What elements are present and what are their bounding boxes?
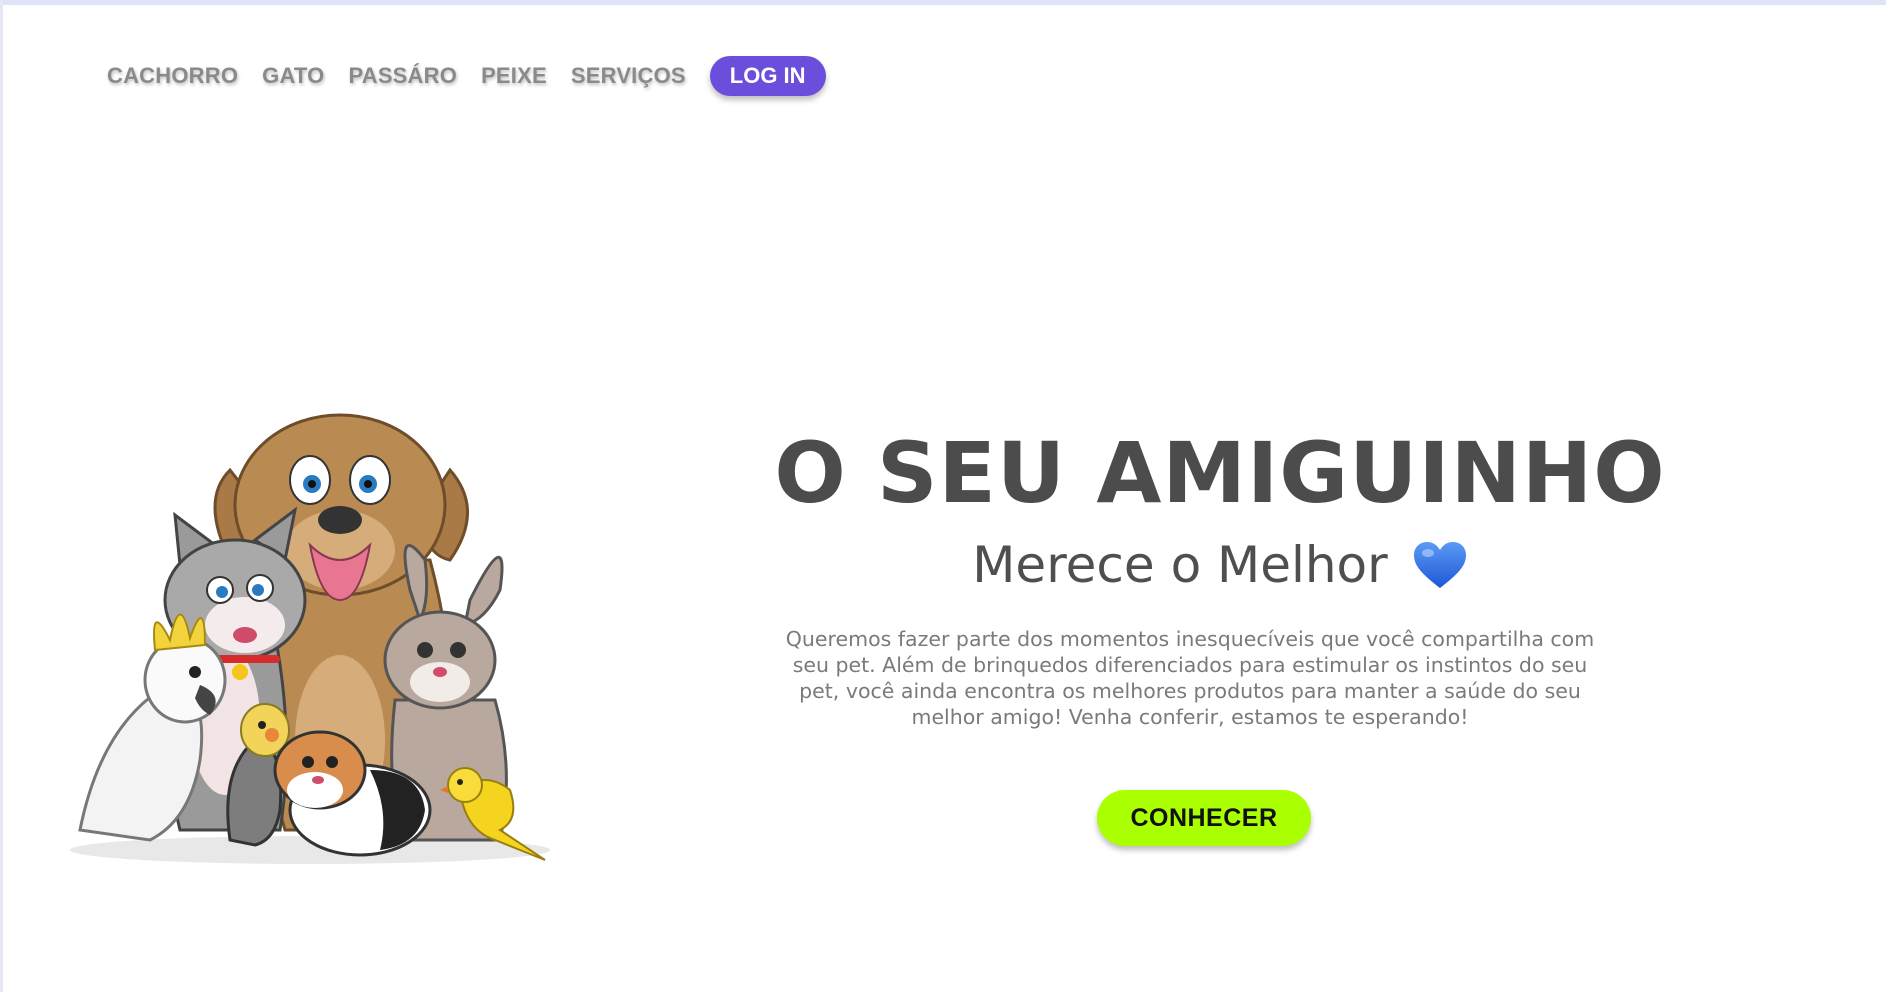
hero-title: O SEU AMIGUINHO xyxy=(774,424,1666,522)
pets-group-illustration xyxy=(70,413,550,864)
nav-item-cachorro[interactable]: CACHORRO xyxy=(107,63,238,89)
login-button[interactable]: LOG IN xyxy=(709,56,826,96)
blue-heart-icon xyxy=(1413,542,1466,588)
hero-subtitle: Merece o Melhor xyxy=(720,536,1720,594)
conhecer-button[interactable]: CONHECER xyxy=(1097,790,1311,846)
nav-item-gato[interactable]: GATO xyxy=(262,63,324,89)
hero-description: Queremos fazer parte dos momentos inesqu… xyxy=(785,627,1595,729)
main-nav: CACHORRO GATO PASSÁRO PEIXE SERVIÇOS LOG… xyxy=(107,56,826,96)
nav-item-peixe[interactable]: PEIXE xyxy=(481,63,547,89)
top-border xyxy=(0,0,1886,5)
nav-item-passaro[interactable]: PASSÁRO xyxy=(348,63,457,89)
nav-item-servicos[interactable]: SERVIÇOS xyxy=(571,63,686,89)
left-border xyxy=(0,0,3,992)
hero-subtitle-text: Merece o Melhor xyxy=(972,536,1388,594)
